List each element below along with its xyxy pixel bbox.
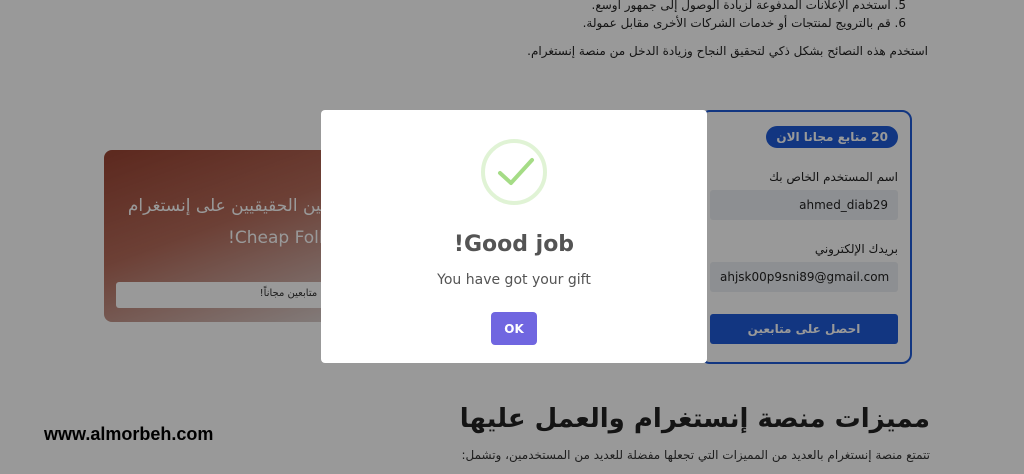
dialog-message: You have got your gift (437, 272, 591, 288)
success-dialog: !Good job You have got your gift OK (321, 110, 707, 363)
site-watermark: www.almorbeh.com (44, 424, 214, 444)
ok-button[interactable]: OK (491, 312, 537, 345)
success-check-icon (481, 139, 547, 205)
dialog-title: !Good job (453, 232, 575, 257)
